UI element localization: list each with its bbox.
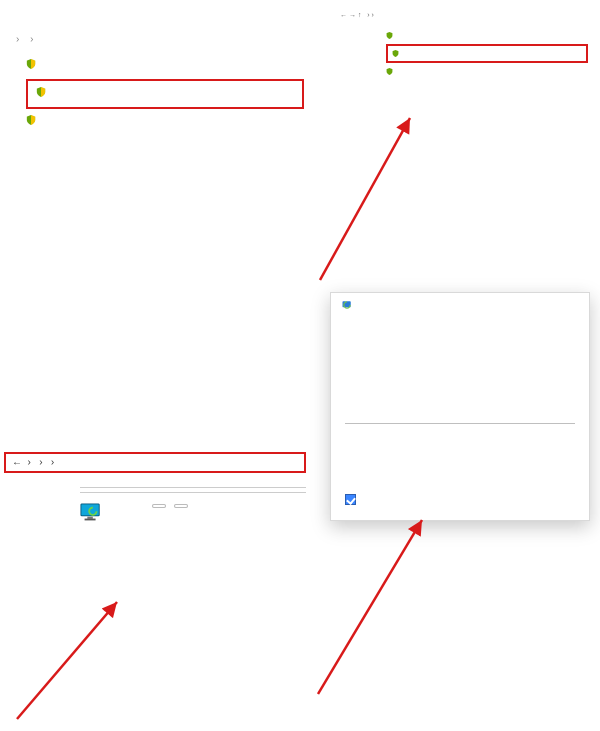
chat-icon [174, 504, 188, 508]
configure-restore-link[interactable] [386, 67, 588, 76]
arrow-annotation [310, 510, 440, 700]
arrow-annotation [12, 594, 132, 724]
shield-icon [386, 32, 393, 39]
checkbox-icon[interactable] [345, 494, 356, 505]
shield-icon [386, 68, 393, 75]
highlighted-system-restore [26, 79, 304, 109]
create-recovery-drive-link[interactable] [386, 31, 588, 40]
crumb-sep: › [16, 34, 19, 45]
show-more-checkbox[interactable] [345, 494, 575, 506]
crumb-sep: › [30, 34, 33, 45]
restore-icon [341, 299, 353, 311]
shield-icon [392, 50, 399, 57]
start-system-restore-link[interactable] [36, 87, 294, 99]
start-system-restore-link[interactable] [392, 49, 582, 58]
shield-icon [36, 87, 46, 97]
magnifier-icon [152, 504, 166, 508]
shield-icon [26, 115, 36, 125]
breadcrumb: ← › › › [12, 457, 298, 468]
overlay-icons [152, 504, 188, 508]
shield-icon [26, 59, 36, 69]
col-desc[interactable] [460, 417, 575, 424]
arrow-annotation [310, 110, 425, 285]
monitor-icon [80, 503, 102, 521]
configure-restore-link[interactable] [26, 115, 304, 127]
restore-points-table[interactable] [345, 417, 575, 424]
col-datetime[interactable] [345, 417, 460, 424]
create-recovery-drive-link[interactable] [26, 59, 304, 71]
breadcrumb: › › [12, 30, 304, 49]
small-breadcrumb: ← → ↑ › › [334, 10, 588, 21]
